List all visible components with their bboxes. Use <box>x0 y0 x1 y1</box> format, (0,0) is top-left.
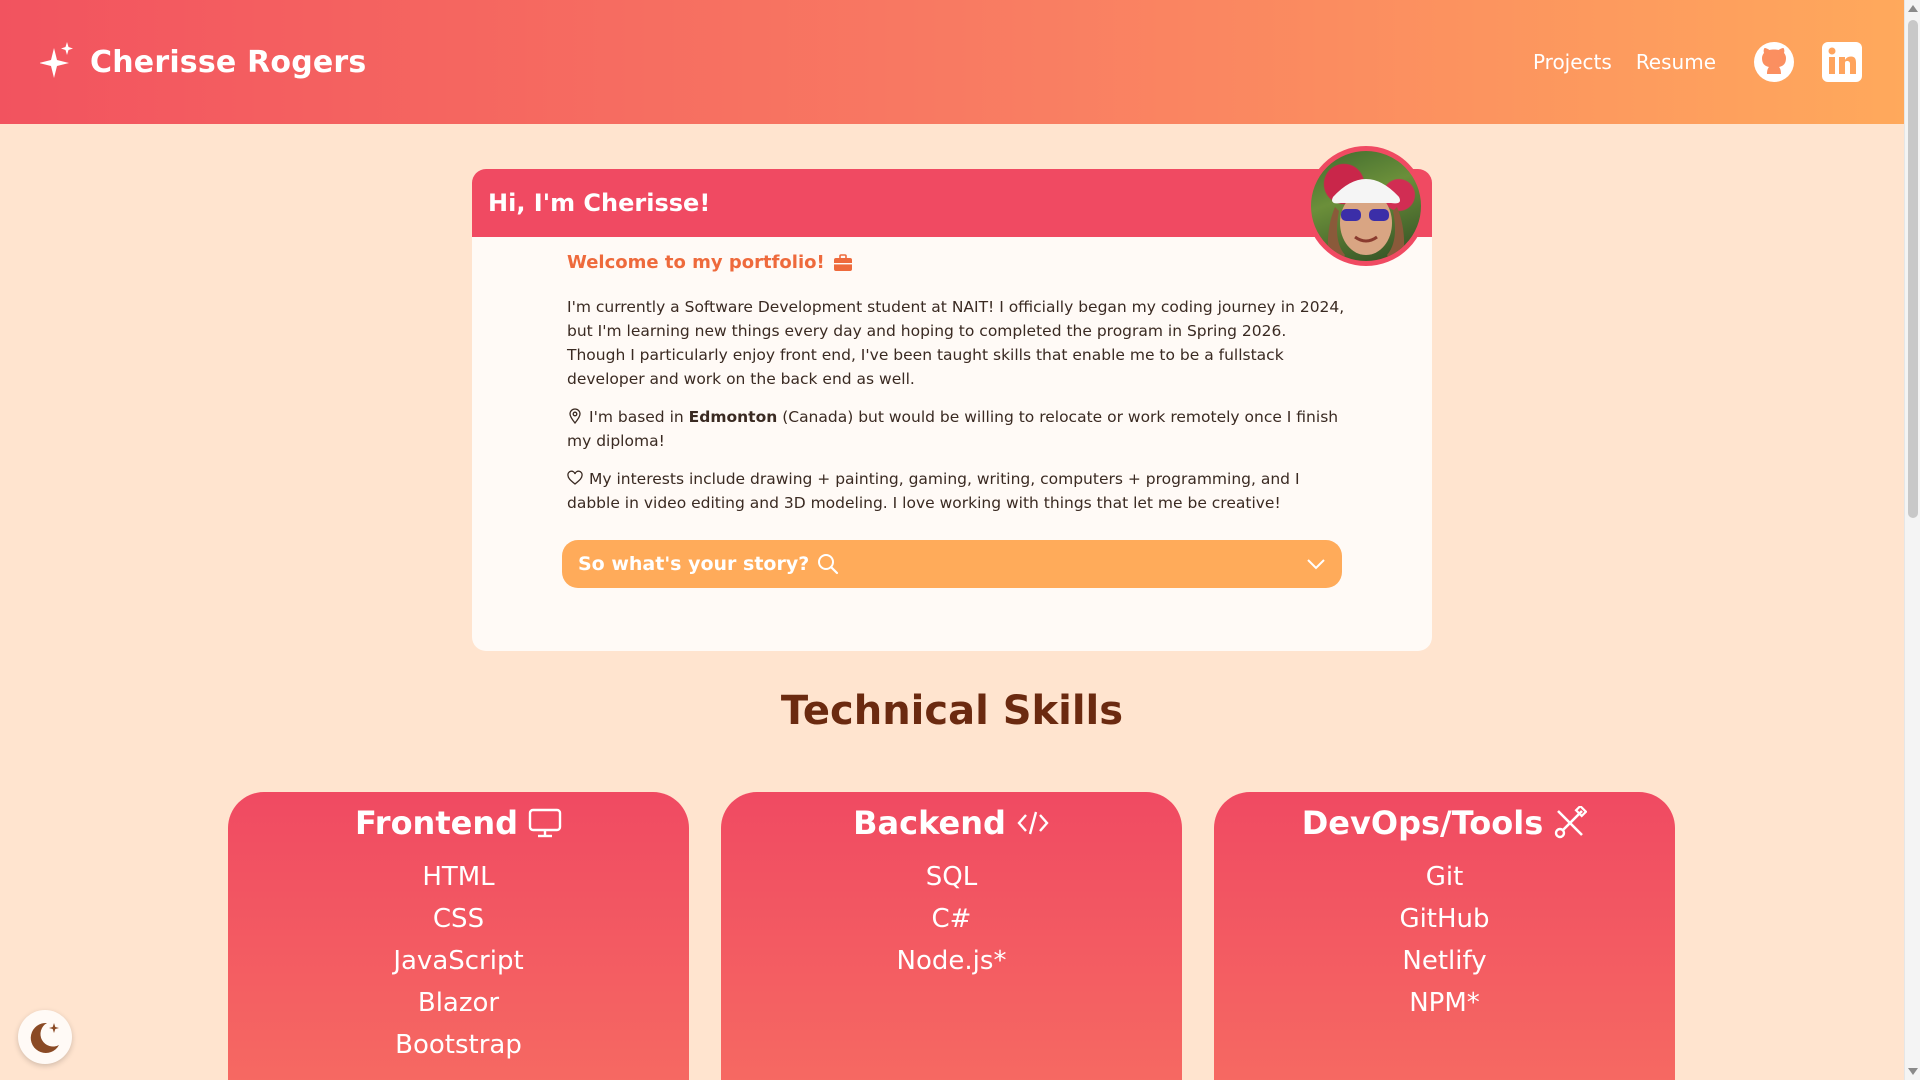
skill-card-frontend-title: Frontend <box>228 804 689 842</box>
frontend-title: Frontend <box>354 804 519 842</box>
skill-item: Git <box>1425 862 1464 892</box>
backend-title: Backend <box>853 804 1006 842</box>
nav-projects-link[interactable]: Projects <box>1533 50 1612 74</box>
skill-item: Bootstrap <box>395 1030 522 1060</box>
skill-item: GitHub <box>1399 904 1490 934</box>
site-name: Cherisse Rogers <box>90 44 367 80</box>
scrollbar-thumb[interactable] <box>1908 20 1918 518</box>
skill-item: Blazor <box>417 988 500 1018</box>
story-label: So what's your story? <box>578 553 810 575</box>
avatar-portrait <box>1327 179 1405 261</box>
sparkles-icon <box>40 42 73 78</box>
avatar <box>1306 146 1426 266</box>
story-label-wrap: So what's your story? <box>578 553 839 575</box>
skill-card-devops: DevOps/Tools Git GitHub Netlify NPM* <box>1214 792 1675 1080</box>
moon-stars-icon <box>30 1022 59 1053</box>
skills-heading: Technical Skills <box>780 688 1124 734</box>
linkedin-icon[interactable] <box>1820 40 1864 84</box>
skill-item: Netlify <box>1402 946 1487 976</box>
skill-item: HTML <box>422 862 495 892</box>
heart-icon <box>567 470 583 485</box>
skill-item: SQL <box>925 862 978 892</box>
skill-card-devops-title: DevOps/Tools <box>1214 804 1675 842</box>
skill-item: NPM* <box>1409 988 1480 1018</box>
skill-item: Node.js* <box>896 946 1007 976</box>
github-icon[interactable] <box>1752 40 1796 84</box>
devops-skill-list: Git GitHub Netlify NPM* <box>1214 856 1675 1024</box>
nav-resume-link[interactable]: Resume <box>1636 50 1716 74</box>
brand[interactable]: Cherisse Rogers <box>40 40 367 84</box>
scroll-down-icon[interactable] <box>1908 1068 1918 1075</box>
tools-icon <box>1555 806 1588 839</box>
briefcase-icon <box>833 253 852 271</box>
skill-card-frontend: Frontend HTML CSS JavaScript Blazor Boot… <box>228 792 689 1080</box>
intro-card-header: Hi, I'm Cherisse! <box>472 169 1432 237</box>
skill-item: C# <box>931 904 972 934</box>
skill-item: CSS <box>432 904 485 934</box>
scroll-up-icon[interactable] <box>1908 5 1918 12</box>
theme-toggle-button[interactable] <box>18 1010 72 1064</box>
intro-paragraph-1: I'm currently a Software Development stu… <box>567 298 1345 388</box>
location-text-before: I'm based in <box>589 408 689 426</box>
devops-title: DevOps/Tools <box>1301 804 1544 842</box>
backend-skill-list: SQL C# Node.js* <box>721 856 1182 982</box>
monitor-icon <box>528 808 562 838</box>
code-icon <box>1017 811 1049 835</box>
greeting-heading: Hi, I'm Cherisse! <box>488 189 711 217</box>
interests-text: My interests include drawing + painting,… <box>567 470 1300 512</box>
site-header: Cherisse Rogers Projects Resume <box>0 0 1904 124</box>
intro-paragraph-interests: My interests include drawing + painting,… <box>567 467 1347 515</box>
story-accordion-toggle[interactable]: So what's your story? <box>562 540 1342 588</box>
location-city: Edmonton <box>688 408 778 426</box>
welcome-text: Welcome to my portfolio! <box>567 252 825 273</box>
main-nav: Projects Resume <box>1533 40 1864 84</box>
welcome-heading: Welcome to my portfolio! <box>567 252 1347 273</box>
skill-item: JavaScript <box>393 946 524 976</box>
intro-paragraph-location: I'm based in Edmonton (Canada) but would… <box>567 405 1347 453</box>
intro-content: Welcome to my portfolio! I'm currently a… <box>567 252 1347 515</box>
page-scrollbar[interactable] <box>1904 0 1920 1080</box>
chevron-down-icon[interactable] <box>1306 558 1326 570</box>
map-pin-icon <box>569 408 581 424</box>
skill-card-backend: Backend SQL C# Node.js* <box>721 792 1182 1080</box>
skill-card-backend-title: Backend <box>721 804 1182 842</box>
search-icon <box>818 554 839 575</box>
frontend-skill-list: HTML CSS JavaScript Blazor Bootstrap <box>228 856 689 1066</box>
